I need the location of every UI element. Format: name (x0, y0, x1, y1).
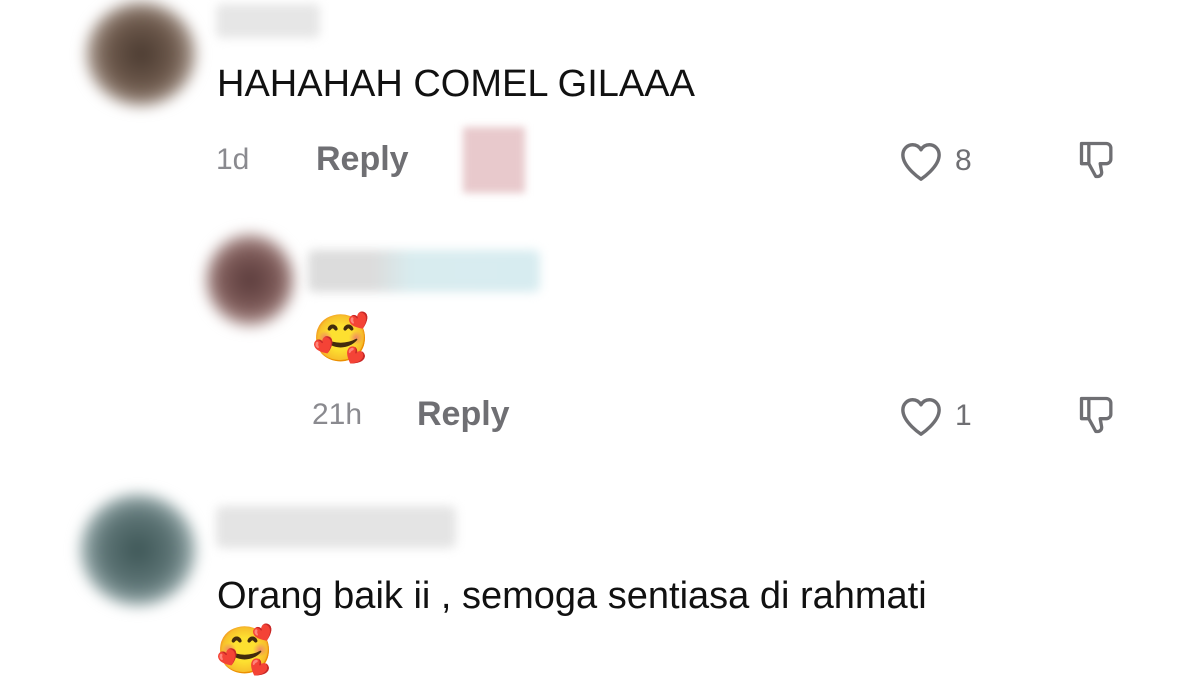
comment-time: 21h (312, 398, 363, 431)
username-blurred[interactable] (216, 506, 456, 548)
dislike-button[interactable] (1076, 138, 1122, 184)
like-button[interactable] (898, 140, 948, 184)
avatar[interactable] (206, 234, 294, 326)
comment-time: 1d (216, 143, 250, 176)
comment-text: Orang baik ii , semoga sentiasa di rahma… (217, 575, 927, 617)
sticker-thumbnail-blurred[interactable] (463, 127, 525, 193)
avatar[interactable] (86, 2, 196, 106)
comment-text: 🥰 (312, 311, 370, 365)
username-blurred[interactable] (216, 4, 320, 38)
heart-outline-icon (901, 398, 941, 436)
avatar[interactable] (80, 494, 196, 606)
username-blurred[interactable] (308, 250, 540, 292)
like-count: 1 (955, 399, 972, 432)
like-button[interactable] (898, 395, 948, 439)
dislike-icon (1079, 141, 1113, 179)
reply-button[interactable]: Reply (417, 395, 510, 434)
comment-text-line2: 🥰 (216, 623, 274, 677)
dislike-icon (1079, 396, 1113, 434)
reply-button[interactable]: Reply (316, 140, 409, 179)
comment-text: HAHAHAH COMEL GILAAA (217, 63, 695, 105)
dislike-button[interactable] (1076, 393, 1122, 439)
heart-outline-icon (901, 143, 941, 181)
like-count: 8 (955, 144, 972, 177)
